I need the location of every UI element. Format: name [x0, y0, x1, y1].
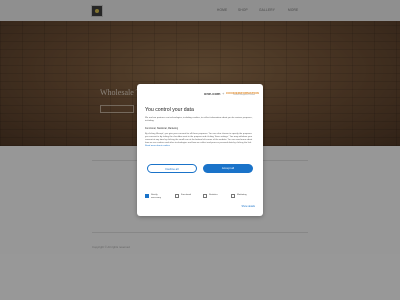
decline-all-button[interactable]: Decline all [147, 164, 197, 173]
brand-plus: + [222, 91, 225, 96]
category-label: Statistics [209, 194, 218, 196]
consent-brand: one.com + COOKIEINFORMATION Consent Mana… [137, 91, 263, 97]
marketing-checkbox[interactable] [231, 194, 235, 198]
strictly-necessary-checkbox[interactable] [145, 194, 149, 198]
category-label: Marketing [237, 194, 247, 196]
consent-body-text: By clicking 'Accept', you give your cons… [145, 133, 253, 144]
show-details-link[interactable]: Show details [241, 205, 255, 208]
statistics-checkbox[interactable] [203, 194, 207, 198]
cookie-consent-dialog: one.com + COOKIEINFORMATION Consent Mana… [137, 84, 263, 216]
cookieinformation-tagline: Consent Management Platform [233, 95, 256, 96]
category-label: Strictly necessary [151, 194, 161, 199]
onecom-logo: one.com [204, 91, 221, 96]
read-more-link[interactable]: Read more about cookies [145, 145, 170, 147]
accept-all-button[interactable]: Accept all [203, 164, 253, 173]
consent-intro: We and our partners use technologies, in… [145, 117, 253, 122]
consent-body: By clicking 'Accept', you give your cons… [145, 133, 255, 148]
consent-title: You control your data [145, 107, 194, 113]
consent-purposes: Functional, Statistical, Marketing [145, 128, 179, 130]
category-label: Functional [181, 194, 192, 196]
consent-categories: Strictly necessary Functional Statistics… [145, 192, 257, 202]
functional-checkbox[interactable] [175, 194, 179, 198]
